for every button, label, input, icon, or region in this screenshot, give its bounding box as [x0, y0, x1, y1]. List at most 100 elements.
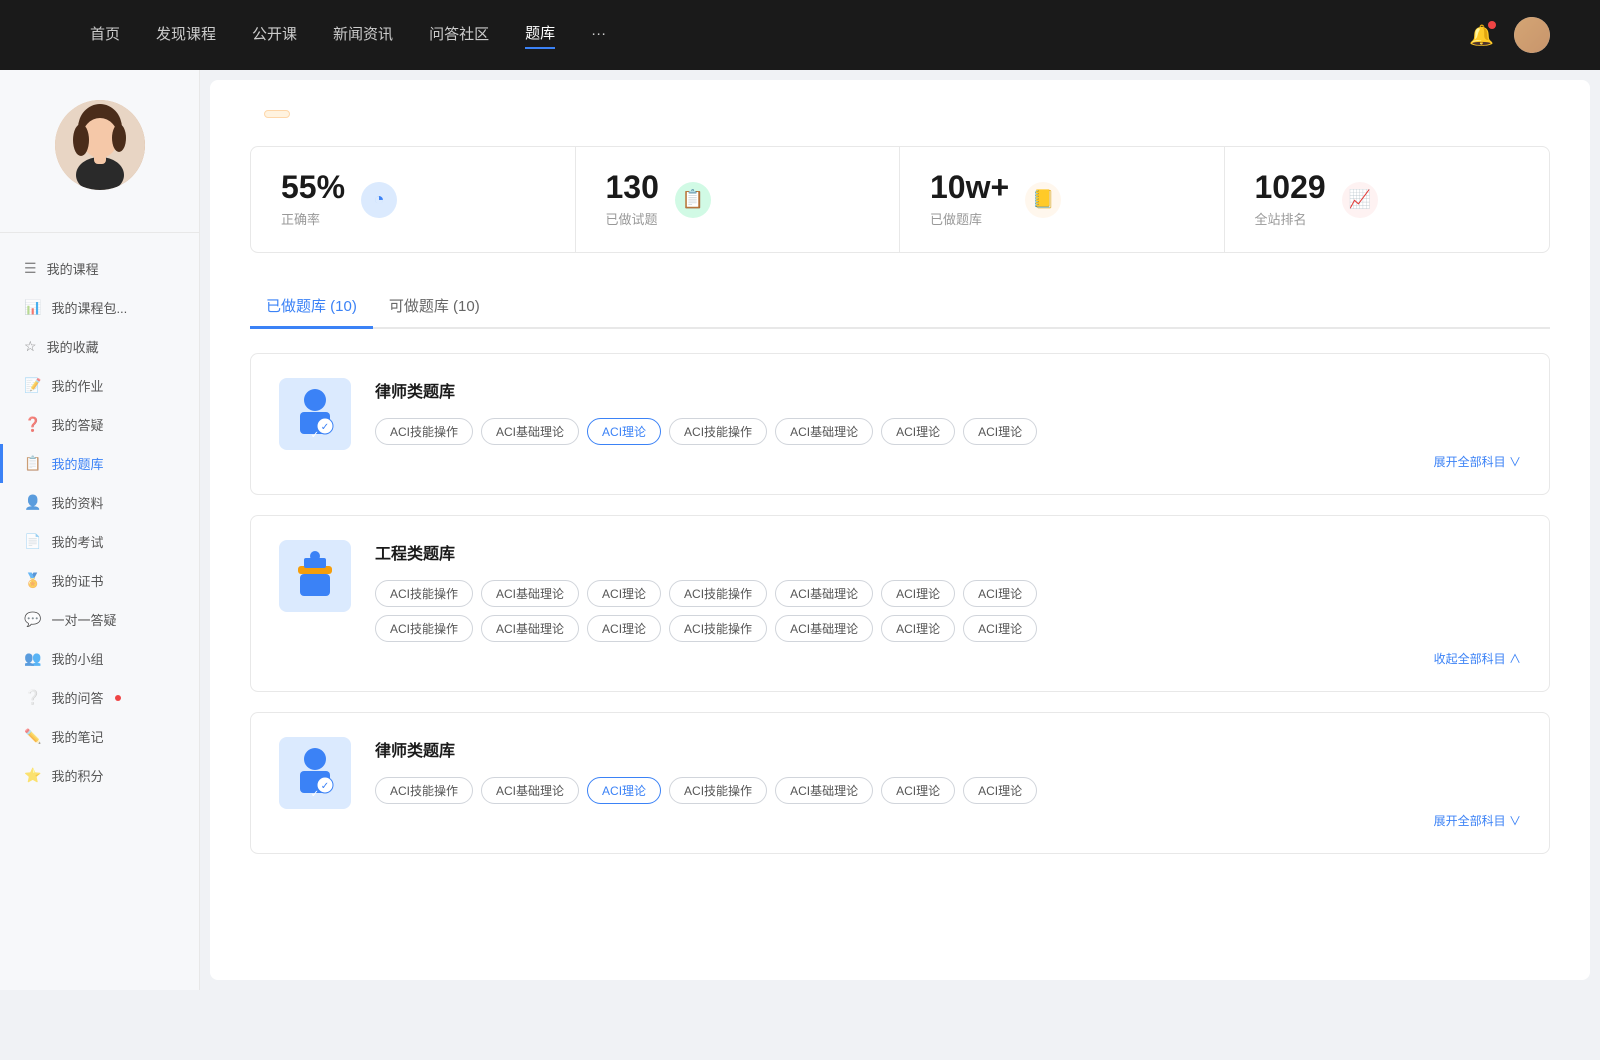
notification-bell[interactable]: 🔔 [1469, 23, 1494, 48]
sidebar-menu: ☰ 我的课程 📊 我的课程包... ☆ 我的收藏 📝 我的作业 ❓ 我的答疑 📋… [0, 249, 199, 795]
bank-tag-1-r2-3[interactable]: ACI技能操作 [669, 615, 767, 642]
user-avatar[interactable] [1514, 17, 1550, 53]
navbar-link-题库[interactable]: 题库 [525, 22, 555, 49]
bank-tag-0-2[interactable]: ACI理论 [587, 418, 661, 445]
svg-text:✓: ✓ [311, 430, 319, 441]
sidebar-item-1[interactable]: 📊 我的课程包... [0, 288, 199, 327]
bank-tags-row2-1: ACI技能操作 ACI基础理论 ACI理论 ACI技能操作 ACI基础理论 ACI理论 AC… [375, 615, 1521, 642]
bank-tags-row1-1: ACI技能操作 ACI基础理论 ACI理论 ACI技能操作 ACI基础理论 ACI理论 AC… [375, 580, 1521, 607]
stat-item-3: 1029 全站排名 📈 [1225, 147, 1550, 252]
bank-card-1: 工程类题库 ACI技能操作ACI基础理论ACI理论ACI技能操作ACI基础理论A… [250, 515, 1550, 692]
sidebar-item-7[interactable]: 📄 我的考试 [0, 522, 199, 561]
bank-tag-1-r2-0[interactable]: ACI技能操作 [375, 615, 473, 642]
sidebar-icon-6: 👤 [24, 494, 41, 511]
sidebar-icon-7: 📄 [24, 533, 41, 550]
sidebar-label-8: 我的证书 [51, 571, 103, 590]
sidebar-item-13[interactable]: ⭐ 我的积分 [0, 756, 199, 795]
sidebar-icon-1: 📊 [24, 299, 41, 316]
trial-badge [264, 110, 290, 118]
sidebar-item-9[interactable]: 💬 一对一答疑 [0, 600, 199, 639]
avatar-svg [55, 100, 145, 190]
stat-icon-3: 📈 [1342, 182, 1378, 218]
sidebar-item-10[interactable]: 👥 我的小组 [0, 639, 199, 678]
bank-tag-0-3[interactable]: ACI技能操作 [669, 418, 767, 445]
sidebar-icon-4: ❓ [24, 416, 41, 433]
sidebar-item-11[interactable]: ❔ 我的问答 [0, 678, 199, 717]
sidebar-label-4: 我的答疑 [51, 415, 103, 434]
stats-row: 55% 正确率 ◔ 130 已做试题 📋 10w+ 已做题库 📒 1029 全站… [250, 146, 1550, 253]
bank-tag-2-1[interactable]: ACI基础理论 [481, 777, 579, 804]
bank-tag-1-r2-4[interactable]: ACI基础理论 [775, 615, 873, 642]
bank-cards-container: ✓ ✓ 律师类题库 ACI技能操作ACI基础理论ACI理论ACI技能操作ACI基… [250, 353, 1550, 854]
sidebar-icon-0: ☰ [24, 260, 37, 277]
navbar-link-···[interactable]: ··· [591, 25, 606, 46]
page-header [250, 110, 1550, 118]
navbar-link-新闻资讯[interactable]: 新闻资讯 [333, 23, 393, 48]
bank-tag-2-6[interactable]: ACI理论 [963, 777, 1037, 804]
sidebar-label-9: 一对一答疑 [51, 610, 116, 629]
navbar-link-问答社区[interactable]: 问答社区 [429, 23, 489, 48]
sidebar-label-2: 我的收藏 [47, 337, 99, 356]
sidebar-item-8[interactable]: 🏅 我的证书 [0, 561, 199, 600]
bank-tags-row1-0: ACI技能操作 ACI基础理论 ACI理论 ACI技能操作 ACI基础理论 ACI理论 AC… [375, 418, 1521, 445]
sidebar-icon-2: ☆ [24, 338, 37, 355]
bank-tag-2-0[interactable]: ACI技能操作 [375, 777, 473, 804]
sidebar-label-5: 我的题库 [51, 454, 103, 473]
bank-tag-0-0[interactable]: ACI技能操作 [375, 418, 473, 445]
bank-tag-1-2[interactable]: ACI理论 [587, 580, 661, 607]
sidebar-item-3[interactable]: 📝 我的作业 [0, 366, 199, 405]
bank-tag-1-1[interactable]: ACI基础理论 [481, 580, 579, 607]
bank-tag-1-4[interactable]: ACI基础理论 [775, 580, 873, 607]
stat-value-3: 1029 [1255, 171, 1326, 203]
stat-label-3: 全站排名 [1255, 209, 1326, 228]
bank-tag-0-4[interactable]: ACI基础理论 [775, 418, 873, 445]
bank-tag-1-3[interactable]: ACI技能操作 [669, 580, 767, 607]
sidebar-label-1: 我的课程包... [51, 298, 127, 317]
sidebar-item-6[interactable]: 👤 我的资料 [0, 483, 199, 522]
bank-expand-0[interactable]: 展开全部科目 ∨ [375, 453, 1521, 470]
stat-value-0: 55% [281, 171, 345, 203]
sidebar-item-5[interactable]: 📋 我的题库 [0, 444, 199, 483]
bank-tag-1-0[interactable]: ACI技能操作 [375, 580, 473, 607]
bank-tag-1-r2-6[interactable]: ACI理论 [963, 615, 1037, 642]
bank-tag-2-4[interactable]: ACI基础理论 [775, 777, 873, 804]
bank-tag-0-6[interactable]: ACI理论 [963, 418, 1037, 445]
bank-title-0: 律师类题库 [375, 378, 1521, 402]
sidebar-label-13: 我的积分 [51, 766, 103, 785]
bank-tag-2-2[interactable]: ACI理论 [587, 777, 661, 804]
bank-expand-2[interactable]: 展开全部科目 ∨ [375, 812, 1521, 829]
bank-tag-1-r2-2[interactable]: ACI理论 [587, 615, 661, 642]
bank-tag-0-1[interactable]: ACI基础理论 [481, 418, 579, 445]
navbar-link-发现课程[interactable]: 发现课程 [156, 23, 216, 48]
sidebar-icon-13: ⭐ [24, 767, 41, 784]
navbar-link-公开课[interactable]: 公开课 [252, 23, 297, 48]
sidebar-item-2[interactable]: ☆ 我的收藏 [0, 327, 199, 366]
bank-title-1: 工程类题库 [375, 540, 1521, 564]
tab-1[interactable]: 可做题库 (10) [373, 285, 496, 329]
bank-tag-0-5[interactable]: ACI理论 [881, 418, 955, 445]
bank-tag-1-r2-1[interactable]: ACI基础理论 [481, 615, 579, 642]
stat-label-1: 已做试题 [606, 209, 659, 228]
sidebar-profile [0, 100, 199, 233]
bank-expand-1[interactable]: 收起全部科目 ∧ [375, 650, 1521, 667]
bank-tag-1-r2-5[interactable]: ACI理论 [881, 615, 955, 642]
bank-tag-1-6[interactable]: ACI理论 [963, 580, 1037, 607]
bank-tag-2-5[interactable]: ACI理论 [881, 777, 955, 804]
sidebar-item-12[interactable]: ✏️ 我的笔记 [0, 717, 199, 756]
sidebar-item-4[interactable]: ❓ 我的答疑 [0, 405, 199, 444]
sidebar-item-0[interactable]: ☰ 我的课程 [0, 249, 199, 288]
tab-0[interactable]: 已做题库 (10) [250, 285, 373, 329]
stat-text-3: 1029 全站排名 [1255, 171, 1326, 228]
navbar-link-首页[interactable]: 首页 [90, 23, 120, 48]
sidebar-label-12: 我的笔记 [51, 727, 103, 746]
notification-dot [1488, 21, 1496, 29]
bank-tag-1-5[interactable]: ACI理论 [881, 580, 955, 607]
navbar-right: 🔔 [1449, 17, 1570, 53]
sidebar-icon-9: 💬 [24, 611, 41, 628]
stat-label-0: 正确率 [281, 209, 345, 228]
bank-icon-1 [279, 540, 351, 612]
bank-card-0: ✓ ✓ 律师类题库 ACI技能操作ACI基础理论ACI理论ACI技能操作ACI基… [250, 353, 1550, 495]
stat-icon-0: ◔ [361, 182, 397, 218]
bank-tag-2-3[interactable]: ACI技能操作 [669, 777, 767, 804]
sidebar-label-3: 我的作业 [51, 376, 103, 395]
